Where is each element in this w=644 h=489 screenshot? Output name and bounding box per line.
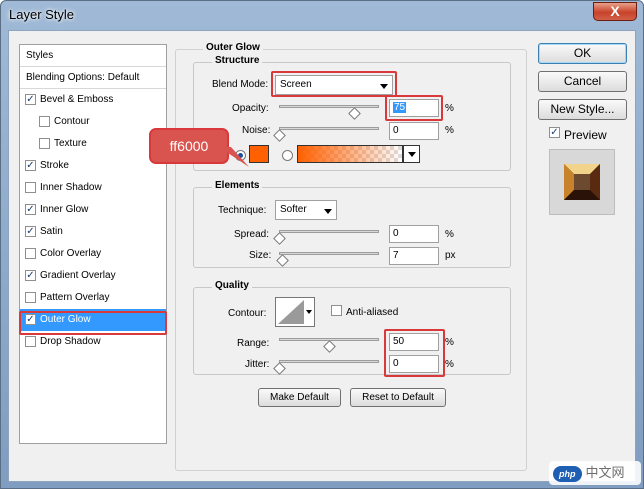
contour-label: Contour: [228, 308, 267, 319]
blend-mode-label: Blend Mode: [212, 79, 269, 90]
chevron-down-icon [306, 310, 312, 314]
pattern-overlay-checkbox[interactable] [25, 292, 36, 303]
list-item-label: Gradient Overlay [40, 270, 116, 281]
list-item-label: Contour [54, 116, 90, 127]
jitter-unit: % [445, 359, 454, 370]
list-item-label: Texture [54, 138, 87, 149]
list-item-contour[interactable]: Contour [20, 111, 166, 133]
jitter-label: Jitter: [245, 359, 270, 370]
noise-field[interactable]: 0 [389, 122, 439, 140]
window-title: Layer Style [9, 7, 75, 22]
size-field[interactable]: 7 [389, 247, 439, 265]
technique-value: Softer [280, 204, 307, 215]
opacity-slider[interactable] [279, 105, 379, 108]
anti-aliased-checkbox[interactable] [331, 305, 342, 316]
inner-glow-checkbox[interactable]: ✓ [25, 204, 36, 215]
gradient-overlay-checkbox[interactable]: ✓ [25, 270, 36, 281]
list-item-stroke[interactable]: ✓ Stroke [20, 155, 166, 177]
contour-curve-icon [278, 300, 304, 324]
chevron-down-icon [408, 152, 416, 157]
structure-title: Structure [212, 55, 263, 66]
drop-shadow-checkbox[interactable] [25, 336, 36, 347]
title-bar[interactable]: Layer Style X [1, 1, 643, 29]
list-item-label: Bevel & Emboss [40, 94, 114, 105]
list-item-label: Blending Options: Default [26, 72, 140, 83]
callout-pointer [219, 147, 249, 167]
layer-style-window: Layer Style X Styles Blending Options: D… [0, 0, 644, 489]
gradient-radio[interactable] [282, 150, 293, 161]
contour-checkbox[interactable] [39, 116, 50, 127]
highlight-range-jitter [384, 329, 445, 377]
list-item-inner-glow[interactable]: ✓ Inner Glow [20, 199, 166, 221]
list-item-blending-options[interactable]: Blending Options: Default [20, 67, 166, 89]
preview-thumbnail [564, 164, 600, 200]
size-unit: px [445, 250, 456, 261]
site-watermark: php 中文网 [549, 461, 641, 485]
styles-list: Styles Blending Options: Default ✓ Bevel… [19, 44, 167, 444]
elements-title: Elements [212, 180, 263, 191]
list-item-label: Inner Glow [40, 204, 89, 215]
bevel-emboss-checkbox[interactable]: ✓ [25, 94, 36, 105]
texture-checkbox[interactable] [39, 138, 50, 149]
color-overlay-checkbox[interactable] [25, 248, 36, 259]
highlight-opacity [385, 95, 443, 121]
highlight-blend-mode [271, 71, 397, 97]
opacity-unit: % [445, 103, 454, 114]
new-style-button[interactable]: New Style... [538, 99, 627, 120]
spread-label: Spread: [234, 229, 270, 240]
opacity-label: Opacity: [232, 103, 269, 114]
list-item-label: Satin [40, 226, 63, 237]
noise-slider[interactable] [279, 127, 379, 130]
preview-label: Preview [564, 128, 607, 142]
list-item-label: Styles [26, 50, 54, 61]
technique-select[interactable]: Softer [275, 200, 337, 220]
outer-glow-title: Outer Glow [203, 42, 263, 53]
chevron-down-icon [324, 209, 332, 214]
list-item-texture[interactable]: Texture [20, 133, 166, 155]
quality-title: Quality [212, 280, 252, 291]
watermark-badge: php [553, 466, 582, 482]
gradient-picker-button[interactable] [403, 145, 420, 163]
list-item-label: Color Overlay [40, 248, 102, 259]
style-preview [549, 149, 615, 215]
make-default-button[interactable]: Make Default [258, 388, 341, 407]
size-slider[interactable] [279, 252, 379, 255]
list-item-gradient-overlay[interactable]: ✓ Gradient Overlay [20, 265, 166, 287]
reset-to-default-button[interactable]: Reset to Default [350, 388, 446, 407]
watermark-text: 中文网 [585, 465, 625, 480]
list-item-label: Inner Shadow [40, 182, 102, 193]
elements-group [193, 187, 511, 268]
jitter-slider[interactable] [279, 360, 379, 363]
dialog-body: Styles Blending Options: Default ✓ Bevel… [8, 30, 636, 482]
anti-aliased-label: Anti-aliased [346, 307, 399, 318]
close-button[interactable]: X [593, 2, 637, 21]
list-item-label: Pattern Overlay [40, 292, 110, 303]
list-item-label: Stroke [40, 160, 69, 171]
inner-shadow-checkbox[interactable] [25, 182, 36, 193]
preview-checkbox[interactable]: ✓ [549, 127, 560, 138]
noise-label: Noise: [242, 125, 271, 136]
highlight-outer-glow [19, 311, 167, 335]
list-item-inner-shadow[interactable]: Inner Shadow [20, 177, 166, 199]
range-unit: % [445, 337, 454, 348]
cancel-button[interactable]: Cancel [538, 71, 627, 92]
spread-field[interactable]: 0 [389, 225, 439, 243]
list-item-satin[interactable]: ✓ Satin [20, 221, 166, 243]
list-item-pattern-overlay[interactable]: Pattern Overlay [20, 287, 166, 309]
range-label: Range: [237, 338, 270, 349]
list-item-color-overlay[interactable]: Color Overlay [20, 243, 166, 265]
stroke-checkbox[interactable]: ✓ [25, 160, 36, 171]
list-item-bevel-emboss[interactable]: ✓ Bevel & Emboss [20, 89, 166, 111]
ok-button[interactable]: OK [538, 43, 627, 64]
list-item-styles[interactable]: Styles [20, 45, 166, 67]
satin-checkbox[interactable]: ✓ [25, 226, 36, 237]
contour-picker[interactable] [275, 297, 315, 327]
spread-unit: % [445, 229, 454, 240]
noise-unit: % [445, 125, 454, 136]
technique-label: Technique: [218, 205, 267, 216]
glow-gradient-swatch[interactable] [297, 145, 403, 163]
spread-slider[interactable] [279, 230, 379, 233]
size-label: Size: [249, 250, 272, 261]
